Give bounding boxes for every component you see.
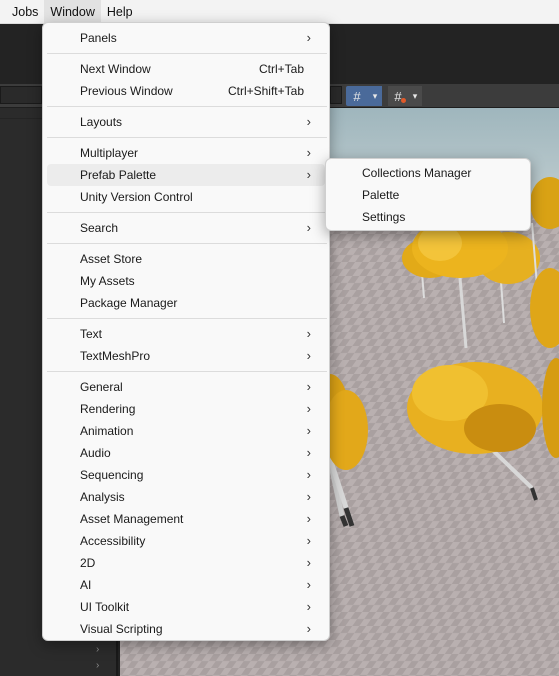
chevron-right-icon: › bbox=[306, 555, 311, 570]
menu-item-label: Text bbox=[80, 327, 103, 341]
menu-item-animation[interactable]: Animation › bbox=[47, 420, 325, 442]
chevron-right-icon: › bbox=[306, 348, 311, 363]
menu-item-label: Accessibility bbox=[80, 534, 146, 548]
menu-item-my-assets[interactable]: My Assets bbox=[47, 270, 325, 292]
menu-item-label: AI bbox=[80, 578, 92, 592]
menu-item-label: Rendering bbox=[80, 402, 136, 416]
menu-item-previous-window[interactable]: Previous Window Ctrl+Shift+Tab bbox=[47, 80, 325, 102]
menu-item-rendering[interactable]: Rendering › bbox=[47, 398, 325, 420]
menu-item-label: 2D bbox=[80, 556, 96, 570]
chevron-right-icon: › bbox=[306, 379, 311, 394]
menu-item-label: TextMeshPro bbox=[80, 349, 151, 363]
toolbar-field[interactable] bbox=[0, 86, 42, 104]
menu-item-label: Audio bbox=[80, 446, 111, 460]
menu-item-textmeshpro[interactable]: TextMeshPro › bbox=[47, 345, 325, 367]
menu-item-unity-version-control[interactable]: Unity Version Control bbox=[47, 186, 325, 208]
menu-separator bbox=[47, 53, 327, 54]
menu-item-label: My Assets bbox=[80, 274, 135, 288]
chevron-down-icon: ▾ bbox=[372, 90, 378, 101]
menu-item-label: Visual Scripting bbox=[80, 622, 163, 636]
grid-icon: # bbox=[353, 88, 361, 104]
menu-item-label: Animation bbox=[80, 424, 134, 438]
grid-toggle-button[interactable]: # bbox=[346, 86, 368, 106]
menu-separator bbox=[47, 318, 327, 319]
snap-indicator bbox=[401, 98, 406, 103]
chevron-right-icon: › bbox=[306, 114, 311, 129]
menu-item-package-manager[interactable]: Package Manager bbox=[47, 292, 325, 314]
grid-snap-button[interactable]: # bbox=[388, 86, 408, 106]
menu-item-label: Unity Version Control bbox=[80, 190, 193, 204]
menu-item-analysis[interactable]: Analysis › bbox=[47, 486, 325, 508]
chevron-right-icon: › bbox=[306, 467, 311, 482]
toolbar-field-small[interactable] bbox=[330, 86, 342, 104]
menu-item-ai[interactable]: AI › bbox=[47, 574, 325, 596]
menu-item-label: Sequencing bbox=[80, 468, 144, 482]
menu-item-multiplayer[interactable]: Multiplayer › bbox=[47, 142, 325, 164]
menu-item-label: Package Manager bbox=[80, 296, 178, 310]
chevron-down-icon: ▾ bbox=[412, 90, 418, 101]
chevron-right-icon: › bbox=[306, 145, 311, 160]
chevron-right-icon: › bbox=[306, 30, 311, 45]
menu-item-next-window[interactable]: Next Window Ctrl+Tab bbox=[47, 58, 325, 80]
chevron-right-icon: › bbox=[306, 577, 311, 592]
shortcut-label: Ctrl+Shift+Tab bbox=[227, 84, 304, 98]
menu-item-label: Previous Window bbox=[80, 84, 173, 98]
chevron-right-icon: › bbox=[306, 220, 311, 235]
chevron-right-icon: › bbox=[306, 423, 311, 438]
menu-item-2d[interactable]: 2D › bbox=[47, 552, 325, 574]
menu-item-layouts[interactable]: Layouts › bbox=[47, 111, 325, 133]
menu-item-label: Layouts bbox=[80, 115, 123, 129]
chevron-right-icon[interactable]: › bbox=[96, 660, 99, 671]
chevron-right-icon: › bbox=[306, 489, 311, 504]
chevron-right-icon: › bbox=[306, 326, 311, 341]
menu-item-audio[interactable]: Audio › bbox=[47, 442, 325, 464]
chevron-right-icon[interactable]: › bbox=[96, 644, 99, 655]
chevron-right-icon: › bbox=[306, 511, 311, 526]
menu-item-label: Multiplayer bbox=[80, 146, 139, 160]
menu-item-accessibility[interactable]: Accessibility › bbox=[47, 530, 325, 552]
window-menu: Panels › Next Window Ctrl+Tab Previous W… bbox=[42, 22, 330, 641]
menu-item-label: Prefab Palette bbox=[80, 168, 157, 182]
menu-item-asset-store[interactable]: Asset Store bbox=[47, 248, 325, 270]
menu-window[interactable]: Window bbox=[44, 0, 101, 24]
menu-separator bbox=[47, 137, 327, 138]
shortcut-label: Ctrl+Tab bbox=[258, 62, 304, 76]
chevron-right-icon: › bbox=[306, 621, 311, 636]
chevron-right-icon: › bbox=[306, 599, 311, 614]
menu-item-label: Analysis bbox=[80, 490, 125, 504]
menu-separator bbox=[47, 243, 327, 244]
menu-separator bbox=[47, 371, 327, 372]
chevron-right-icon: › bbox=[306, 445, 311, 460]
menu-item-visual-scripting[interactable]: Visual Scripting › bbox=[47, 618, 325, 640]
menu-separator bbox=[47, 106, 327, 107]
submenu-item-settings[interactable]: Settings bbox=[330, 206, 526, 228]
snap-dropdown-button[interactable]: ▾ bbox=[408, 86, 422, 106]
menu-item-search[interactable]: Search › bbox=[47, 217, 325, 239]
menu-item-asset-management[interactable]: Asset Management › bbox=[47, 508, 325, 530]
menu-item-general[interactable]: General › bbox=[47, 376, 325, 398]
menu-item-label: Search bbox=[80, 221, 119, 235]
chevron-right-icon: › bbox=[306, 401, 311, 416]
menu-item-label: Asset Store bbox=[80, 252, 143, 266]
prefab-palette-submenu: Collections Manager Palette Settings bbox=[325, 158, 531, 231]
menu-item-label: Panels bbox=[80, 31, 117, 45]
menu-item-label: General bbox=[80, 380, 123, 394]
chevron-right-icon: › bbox=[306, 167, 311, 182]
menubar: Jobs Window Help bbox=[0, 0, 559, 24]
menu-item-text[interactable]: Text › bbox=[47, 323, 325, 345]
menu-item-label: Next Window bbox=[80, 62, 151, 76]
menu-item-prefab-palette[interactable]: Prefab Palette › bbox=[47, 164, 325, 186]
menu-item-sequencing[interactable]: Sequencing › bbox=[47, 464, 325, 486]
chevron-right-icon: › bbox=[306, 533, 311, 548]
grid-dropdown-button[interactable]: ▾ bbox=[368, 86, 382, 106]
submenu-item-palette[interactable]: Palette bbox=[330, 184, 526, 206]
menu-help[interactable]: Help bbox=[101, 0, 139, 24]
submenu-item-collections-manager[interactable]: Collections Manager bbox=[330, 162, 526, 184]
menu-separator bbox=[47, 212, 327, 213]
menu-item-panels[interactable]: Panels › bbox=[47, 27, 325, 49]
menu-item-label: Asset Management bbox=[80, 512, 184, 526]
menu-item-label: UI Toolkit bbox=[80, 600, 130, 614]
menu-item-ui-toolkit[interactable]: UI Toolkit › bbox=[47, 596, 325, 618]
menu-jobs[interactable]: Jobs bbox=[6, 0, 44, 24]
